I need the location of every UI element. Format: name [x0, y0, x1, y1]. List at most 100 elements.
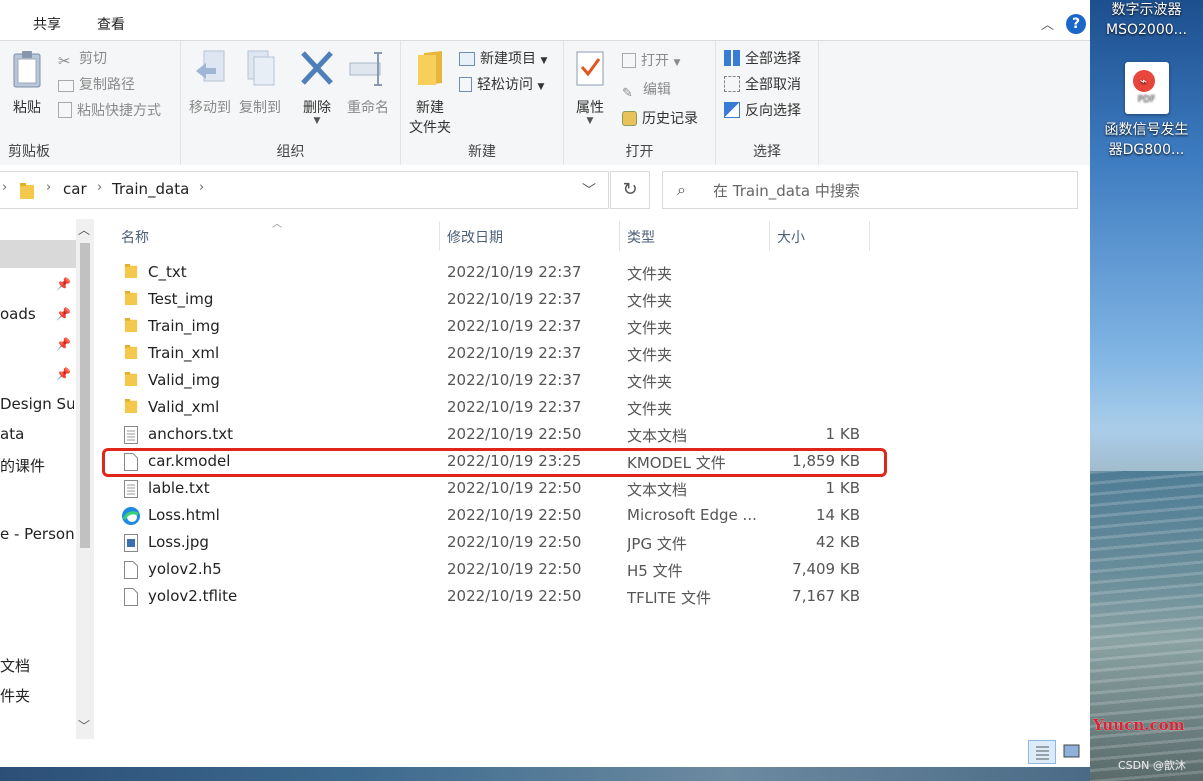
address-history-dropdown-icon[interactable]: ﹀	[582, 180, 596, 200]
nav-item-courseware[interactable]: 的课件	[0, 455, 74, 476]
file-name: Loss.jpg	[148, 533, 209, 551]
pin-icon[interactable]: 📌	[56, 307, 71, 321]
file-row[interactable]: Valid_img 2022/10/19 22:37 文件夹	[120, 367, 890, 394]
large-icons-view-icon[interactable]	[1058, 740, 1084, 762]
paste-label: 粘贴	[13, 100, 41, 116]
properties-button[interactable]: 属性 ▼	[570, 49, 610, 126]
breadcrumb-separator-icon[interactable]: ›	[199, 180, 204, 195]
file-date: 2022/10/19 22:37	[447, 317, 582, 335]
column-type[interactable]: 类型	[627, 227, 655, 247]
file-row[interactable]: anchors.txt 2022/10/19 22:50 文本文档 1 KB	[120, 421, 890, 448]
file-row[interactable]: lable.txt 2022/10/19 22:50 文本文档 1 KB	[120, 475, 890, 502]
file-type: JPG 文件	[627, 535, 687, 553]
pin-icon[interactable]: 📌	[56, 277, 71, 291]
nav-item-data[interactable]: ata	[0, 425, 74, 443]
ribbon-collapse-icon[interactable]: ︿	[1041, 14, 1054, 33]
nav-item-design-suite[interactable]: Design Sui	[0, 395, 74, 413]
file-name: Valid_xml	[148, 398, 220, 416]
edit-label: 编辑	[643, 82, 671, 98]
file-row[interactable]: Loss.jpg 2022/10/19 22:50 JPG 文件 42 KB	[120, 529, 890, 556]
file-size: 7,409 KB	[792, 560, 860, 578]
file-row[interactable]: Train_img 2022/10/19 22:37 文件夹	[120, 313, 890, 340]
folder-file-icon	[124, 372, 138, 390]
file-row[interactable]: C_txt 2022/10/19 22:37 文件夹	[120, 259, 890, 286]
file-name: anchors.txt	[148, 425, 234, 443]
invert-selection-button[interactable]: 反向选择	[724, 100, 801, 122]
nav-item-documents[interactable]: 文档	[0, 655, 74, 676]
help-icon[interactable]: ?	[1066, 14, 1086, 34]
file-date: 2022/10/19 22:50	[447, 506, 582, 524]
file-row[interactable]: Train_xml 2022/10/19 22:37 文件夹	[120, 340, 890, 367]
group-new-label: 新建	[468, 144, 496, 160]
edit-button[interactable]: ✎ 编辑	[622, 79, 671, 101]
tab-share[interactable]: 共享	[33, 14, 61, 34]
scissors-icon: ✂	[58, 52, 71, 70]
move-to-button[interactable]: 移动到	[187, 49, 233, 117]
history-button[interactable]: 历史记录	[622, 108, 698, 130]
file-date: 2022/10/19 22:50	[447, 587, 582, 605]
copy-to-icon	[247, 50, 275, 86]
column-divider[interactable]	[869, 221, 870, 251]
copy-to-button[interactable]: 复制到	[237, 49, 283, 117]
file-row[interactable]: yolov2.tflite 2022/10/19 22:50 TFLITE 文件 7,…	[120, 583, 890, 610]
delete-dropdown-icon[interactable]: ▼	[297, 117, 337, 126]
select-none-icon	[724, 76, 740, 92]
file-type: H5 文件	[627, 562, 683, 580]
rename-button[interactable]: 重命名	[343, 49, 393, 117]
cut-label: 剪切	[79, 51, 107, 67]
pin-icon[interactable]: 📌	[56, 337, 71, 351]
file-type: 文件夹	[627, 265, 673, 283]
tab-view[interactable]: 查看	[97, 14, 125, 34]
breadcrumb-separator-icon[interactable]: ›	[46, 180, 51, 195]
refresh-icon[interactable]: ↻	[610, 171, 650, 209]
file-row[interactable]: Valid_xml 2022/10/19 22:37 文件夹	[120, 394, 890, 421]
delete-button[interactable]: 删除 ▼	[297, 49, 337, 126]
file-name: yolov2.tflite	[148, 587, 238, 605]
search-input[interactable]	[711, 178, 1055, 204]
cut-button[interactable]: ✂ 剪切	[58, 48, 107, 70]
scroll-up-icon[interactable]: ︿	[78, 221, 90, 238]
select-none-button[interactable]: 全部取消	[724, 74, 801, 96]
open-label: 打开	[641, 53, 669, 69]
column-date[interactable]: 修改日期	[447, 227, 503, 247]
file-row[interactable]: Test_img 2022/10/19 22:37 文件夹	[120, 286, 890, 313]
group-organize: 移动到 复制到 删除 ▼ 重命名 组织	[181, 41, 401, 165]
select-all-button[interactable]: 全部选择	[724, 48, 801, 70]
invert-selection-icon	[724, 102, 740, 118]
desktop-icon-oscilloscope[interactable]: 数字示波器 MSO2000...	[1090, 0, 1203, 40]
properties-label: 属性	[576, 100, 604, 116]
breadcrumb-train-data[interactable]: Train_data	[112, 180, 189, 198]
select-all-icon	[724, 50, 740, 66]
clipboard-icon	[13, 51, 41, 88]
paste-shortcut-button[interactable]: 粘贴快捷方式	[58, 100, 161, 122]
column-divider[interactable]	[769, 221, 770, 251]
paste-button[interactable]: 粘贴	[8, 49, 46, 117]
details-view-icon[interactable]	[1028, 740, 1056, 764]
easy-access-label: 轻松访问	[477, 77, 533, 93]
column-divider[interactable]	[439, 221, 440, 251]
breadcrumb-car[interactable]: car	[63, 180, 87, 198]
address-bar[interactable]: › › car › Train_data › ﹀	[0, 171, 609, 209]
breadcrumb-separator-icon[interactable]: ›	[97, 180, 102, 195]
nav-item-onedrive-personal[interactable]: e - Persona	[0, 525, 74, 543]
desktop-icon-signal-generator[interactable]: ⌁ PDF 函数信号发生 器DG800...	[1090, 62, 1203, 160]
column-size[interactable]: 大小	[777, 227, 805, 247]
file-row[interactable]: yolov2.h5 2022/10/19 22:50 H5 文件 7,409 KB	[120, 556, 890, 583]
properties-dropdown-icon[interactable]: ▼	[570, 117, 610, 126]
nav-scroll-thumb[interactable]	[80, 243, 90, 548]
file-name: Test_img	[148, 290, 214, 308]
file-row[interactable]: Loss.html 2022/10/19 22:50 Microsoft Edge …	[120, 502, 890, 529]
nav-selected-item[interactable]	[0, 240, 76, 268]
column-name[interactable]: 名称	[121, 227, 149, 247]
nav-scrollbar[interactable]: ︿ ﹀	[76, 219, 94, 739]
file-date: 2022/10/19 22:37	[447, 290, 582, 308]
copy-path-button[interactable]: 复制路径	[58, 74, 135, 96]
new-item-button[interactable]: 新建项目 ▼	[459, 48, 547, 70]
nav-item-folder[interactable]: 件夹	[0, 685, 74, 706]
pin-icon[interactable]: 📌	[56, 367, 71, 381]
column-divider[interactable]	[619, 221, 620, 251]
new-folder-button[interactable]: 新建 文件夹	[405, 49, 455, 137]
scroll-down-icon[interactable]: ﹀	[78, 717, 90, 734]
open-button[interactable]: 打开 ▼	[622, 50, 680, 72]
easy-access-button[interactable]: 轻松访问 ▼	[459, 74, 544, 96]
